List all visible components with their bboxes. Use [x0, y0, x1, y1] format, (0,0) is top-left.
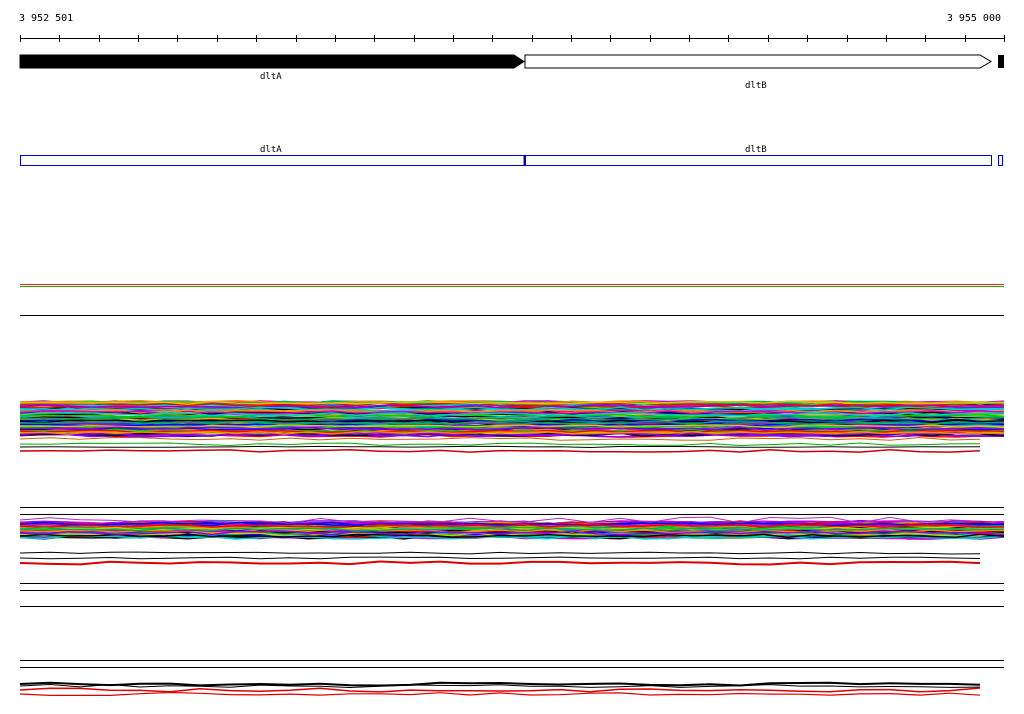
gene-label-dlta: dltA [260, 72, 282, 82]
signal-track-band-2-baseline [19, 551, 981, 566]
transcript-box-next[interactable] [998, 155, 1003, 166]
signal-line [19, 442, 981, 447]
transcript-track: dltA dltB [20, 145, 1003, 166]
coordinate-ruler [20, 35, 1005, 42]
gene-fragment-next[interactable] [998, 55, 1004, 68]
signal-track-1 [20, 284, 1004, 287]
gene-arrow-dltb[interactable] [524, 54, 992, 69]
gene-label-dltb: dltB [745, 81, 767, 91]
signal-track-band-2 [19, 516, 1005, 540]
signal-line [19, 683, 981, 689]
signal-track-band-1 [19, 399, 1005, 438]
signal-line [19, 687, 981, 693]
transcript-label-dltb: dltB [745, 145, 767, 155]
transcript-label-dlta: dltA [260, 145, 282, 155]
signal-line [19, 436, 981, 441]
signal-track-band-1-baseline [19, 436, 981, 453]
expression-signal-tracks [19, 284, 1005, 696]
gene-annotation-track: dltA dltB [19, 54, 1004, 91]
transcript-box-dlta[interactable] [20, 155, 525, 166]
gene-arrow-dlta[interactable] [19, 54, 525, 69]
genome-browser-view: 3 952 501 3 955 000 dltA dltB dltA dltB [0, 0, 1024, 714]
transcript-box-dltb[interactable] [525, 155, 992, 166]
signal-line [19, 560, 981, 566]
signal-line [19, 551, 981, 555]
signal-line [19, 556, 981, 560]
signal-line [19, 445, 981, 449]
signal-track-band-3 [19, 681, 981, 696]
signal-line [19, 449, 981, 453]
track-canvas: dltA dltB dltA dltB [19, 35, 1005, 696]
signal-line [19, 691, 981, 696]
